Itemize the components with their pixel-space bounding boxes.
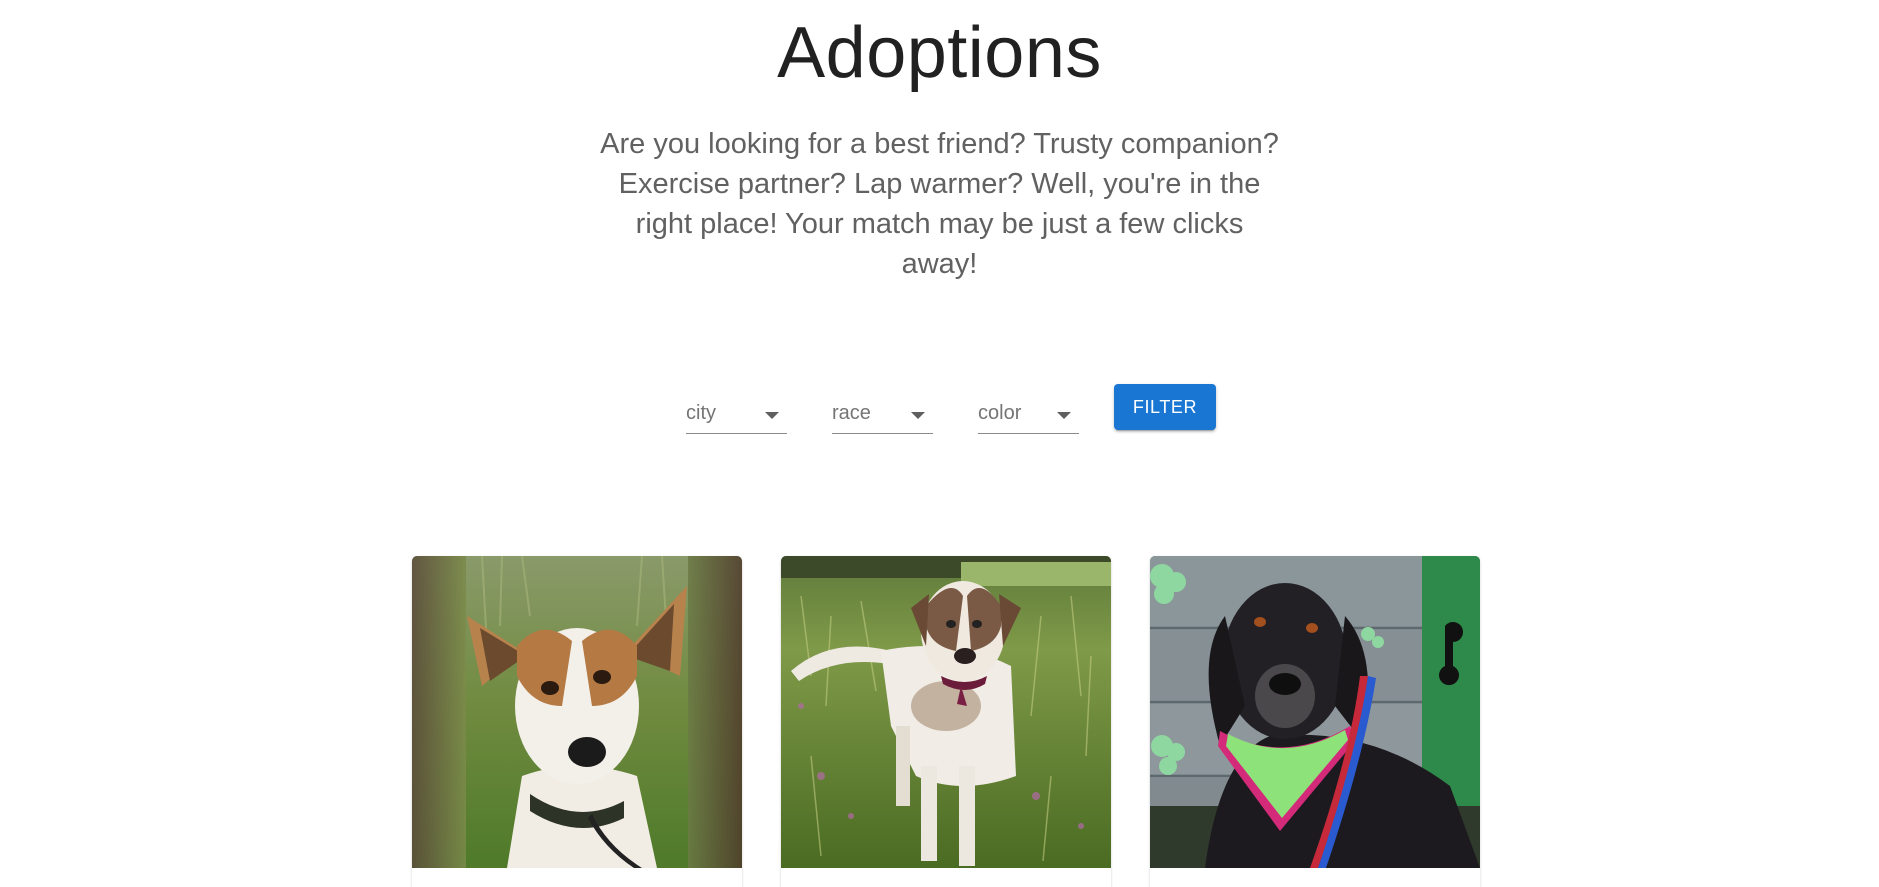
color-select[interactable]: color <box>978 384 1079 434</box>
race-select[interactable]: race <box>832 384 933 434</box>
dog-photo <box>412 556 742 868</box>
dog-card-list <box>412 556 1519 887</box>
chevron-down-icon <box>911 412 925 419</box>
color-select-label: color <box>978 402 1022 424</box>
dog-card[interactable] <box>1150 556 1480 887</box>
city-select-label: city <box>686 402 716 424</box>
page-title: Adoptions <box>777 13 1102 93</box>
dog-card[interactable] <box>412 556 742 887</box>
jack-russell-dog-photo <box>412 556 742 868</box>
race-select-label: race <box>832 402 871 424</box>
adoptions-page: Adoptions Are you looking for a best fri… <box>0 0 1879 887</box>
filter-bar: city race color FILTER <box>686 384 1216 434</box>
chevron-down-icon <box>1057 412 1071 419</box>
chevron-down-icon <box>765 412 779 419</box>
page-subtitle: Are you looking for a best friend? Trust… <box>600 128 1279 280</box>
filter-button[interactable]: FILTER <box>1114 384 1216 430</box>
spotted-white-dog-in-field-photo <box>781 556 1111 868</box>
black-dog-with-green-bandana-photo <box>1150 556 1480 868</box>
dog-card[interactable] <box>781 556 1111 887</box>
dog-photo <box>1150 556 1480 868</box>
city-select[interactable]: city <box>686 384 787 434</box>
dog-photo <box>781 556 1111 868</box>
